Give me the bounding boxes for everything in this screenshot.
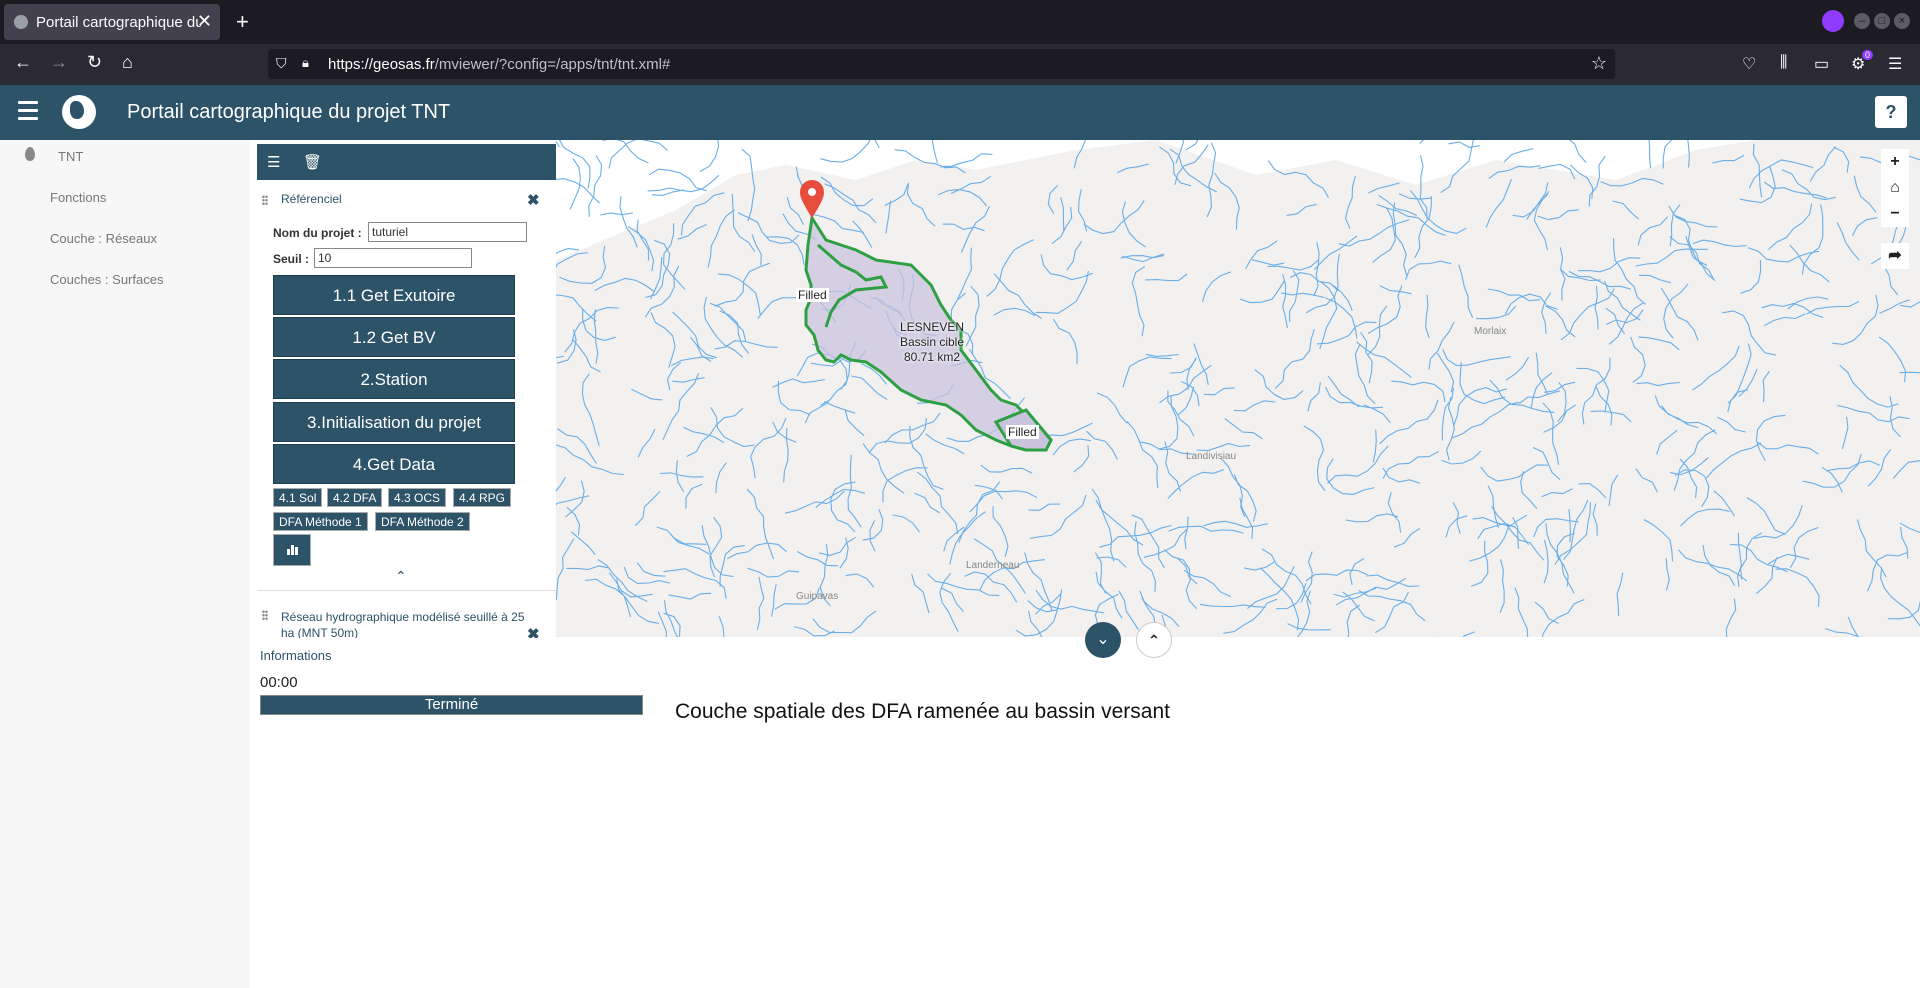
basin-label: LESNEVEN Bassin cible 80.71 km2	[856, 320, 1008, 365]
layer-title-referenciel: Référenciel	[281, 192, 342, 206]
sol-button[interactable]: 4.1 Sol	[273, 488, 323, 507]
result-caption: Couche spatiale des DFA ramenée au bassi…	[675, 700, 1170, 723]
basin-name-label: Bassin cible	[899, 335, 965, 349]
place-guipavas: Guipavas	[796, 591, 839, 602]
get-bv-button[interactable]: 1.2 Get BV	[273, 317, 515, 357]
project-name-label: Nom du projet :	[273, 226, 362, 240]
private-mask-icon	[1822, 10, 1844, 32]
place-morlaix: Morlaix	[1474, 326, 1507, 337]
drag-handle-icon[interactable]	[262, 610, 268, 620]
chart-button[interactable]	[273, 534, 311, 566]
place-landerneau: Landerneau	[966, 560, 1020, 571]
map-canvas[interactable]	[556, 140, 1920, 637]
app-header: Portail cartographique du projet TNT ?	[0, 85, 1920, 140]
map-label-filled-1: Filled	[796, 288, 829, 302]
seuil-input[interactable]	[314, 248, 472, 268]
sidebar-item-tnt[interactable]: TNT	[58, 149, 83, 164]
reload-icon[interactable]: ↻	[87, 52, 102, 73]
forward-icon[interactable]: →	[50, 52, 68, 73]
get-data-button[interactable]: 4.Get Data	[273, 444, 515, 484]
minimize-button[interactable]: –	[1854, 13, 1870, 29]
panel-toolbar: ☰ 🗑︎	[257, 144, 556, 180]
hamburger-menu-icon[interactable]	[18, 101, 38, 125]
close-layer-icon[interactable]: ✖	[527, 191, 540, 209]
extension-badge: 0	[1862, 50, 1874, 60]
url-bar[interactable]: ⛉ 🔒︎ https://geosas.fr/mviewer/?config=/…	[268, 49, 1615, 79]
station-button[interactable]: 2.Station	[273, 359, 515, 399]
layer-list-icon[interactable]: ☰	[267, 153, 280, 171]
share-button[interactable]: ➦	[1881, 243, 1909, 269]
zoom-in-button[interactable]: +	[1881, 149, 1909, 175]
home-extent-button[interactable]: ⌂	[1881, 175, 1909, 201]
place-landivisiau: Landivisiau	[1186, 451, 1237, 462]
trash-icon[interactable]: 🗑︎	[303, 153, 322, 171]
get-exutoire-button[interactable]: 1.1 Get Exutoire	[273, 275, 515, 315]
project-name-input[interactable]	[368, 222, 527, 242]
browser-tab[interactable]: Portail cartographique du projet TNT ✕	[4, 4, 220, 40]
basin-town-label: LESNEVEN	[899, 320, 965, 334]
close-window-button[interactable]: ×	[1894, 13, 1910, 29]
map-view[interactable]: Filled Filled LESNEVEN Bassin cible 80.7…	[556, 140, 1920, 637]
home-icon[interactable]: ⌂	[122, 52, 133, 73]
dfa-methode-1-button[interactable]: DFA Méthode 1	[273, 512, 368, 531]
layer-separator	[257, 590, 556, 591]
basin-area-label: 80.71 km2	[903, 350, 961, 364]
layer-title-reseau: Réseau hydrographique modélisé seuillé à…	[281, 610, 525, 638]
bookmark-star-icon[interactable]: ☆	[1591, 53, 1607, 74]
side-navigation	[0, 140, 250, 988]
timer: 00:00	[260, 674, 298, 691]
collapse-bottom-panel-button[interactable]: ⌄	[1085, 622, 1121, 658]
seuil-label: Seuil :	[273, 252, 310, 266]
help-button[interactable]: ?	[1875, 96, 1907, 128]
back-icon[interactable]: ←	[14, 52, 32, 73]
maximize-button[interactable]: □	[1874, 13, 1890, 29]
dfa-methode-2-button[interactable]: DFA Méthode 2	[375, 512, 470, 531]
drag-handle-icon[interactable]	[262, 195, 268, 205]
browser-tab-bar: Portail cartographique du projet TNT ✕ +…	[0, 0, 1920, 44]
close-tab-icon[interactable]: ✕	[197, 11, 212, 32]
sidebar-icon[interactable]: ▭	[1814, 54, 1829, 74]
pocket-icon[interactable]: ♡	[1742, 54, 1756, 74]
collapse-caret-icon[interactable]: ⌃	[395, 568, 407, 585]
layer-panel: ☰ 🗑︎ Référenciel ✖ Nom du projet : Seuil…	[257, 144, 556, 638]
new-tab-button[interactable]: +	[236, 9, 249, 35]
water-drop-icon	[25, 147, 35, 161]
tab-title: Portail cartographique du projet TNT	[36, 14, 201, 31]
status-progress-bar: Terminé	[260, 695, 643, 715]
info-title: Informations	[260, 648, 332, 663]
browser-nav-bar: ← → ↻ ⌂ ⛉ 🔒︎ https://geosas.fr/mviewer/?…	[0, 44, 1920, 85]
dfa-button[interactable]: 4.2 DFA	[327, 488, 383, 507]
menu-icon[interactable]: ☰	[1888, 54, 1902, 74]
url-text[interactable]: https://geosas.fr/mviewer/?config=/apps/…	[328, 56, 670, 73]
ocs-button[interactable]: 4.3 OCS	[388, 488, 447, 507]
expand-bottom-panel-button[interactable]: ⌃	[1136, 622, 1172, 658]
shield-icon[interactable]: ⛉	[276, 55, 287, 72]
globe-logo-icon	[62, 95, 96, 129]
initialisation-button[interactable]: 3.Initialisation du projet	[273, 402, 515, 442]
zoom-out-button[interactable]: −	[1881, 201, 1909, 227]
favicon-icon	[14, 15, 28, 29]
map-label-filled-2: Filled	[1006, 425, 1039, 439]
lock-icon[interactable]: 🔒︎	[302, 55, 309, 71]
app-title: Portail cartographique du projet TNT	[127, 101, 451, 123]
library-icon[interactable]: ⫼	[1780, 54, 1787, 72]
close-layer-icon[interactable]: ✖	[527, 625, 540, 638]
sidebar-item-fonctions[interactable]: Fonctions	[50, 190, 106, 205]
sidebar-item-surfaces[interactable]: Couches : Surfaces	[50, 272, 163, 287]
rpg-button[interactable]: 4.4 RPG	[453, 488, 512, 507]
sidebar-item-reseaux[interactable]: Couche : Réseaux	[50, 231, 157, 246]
